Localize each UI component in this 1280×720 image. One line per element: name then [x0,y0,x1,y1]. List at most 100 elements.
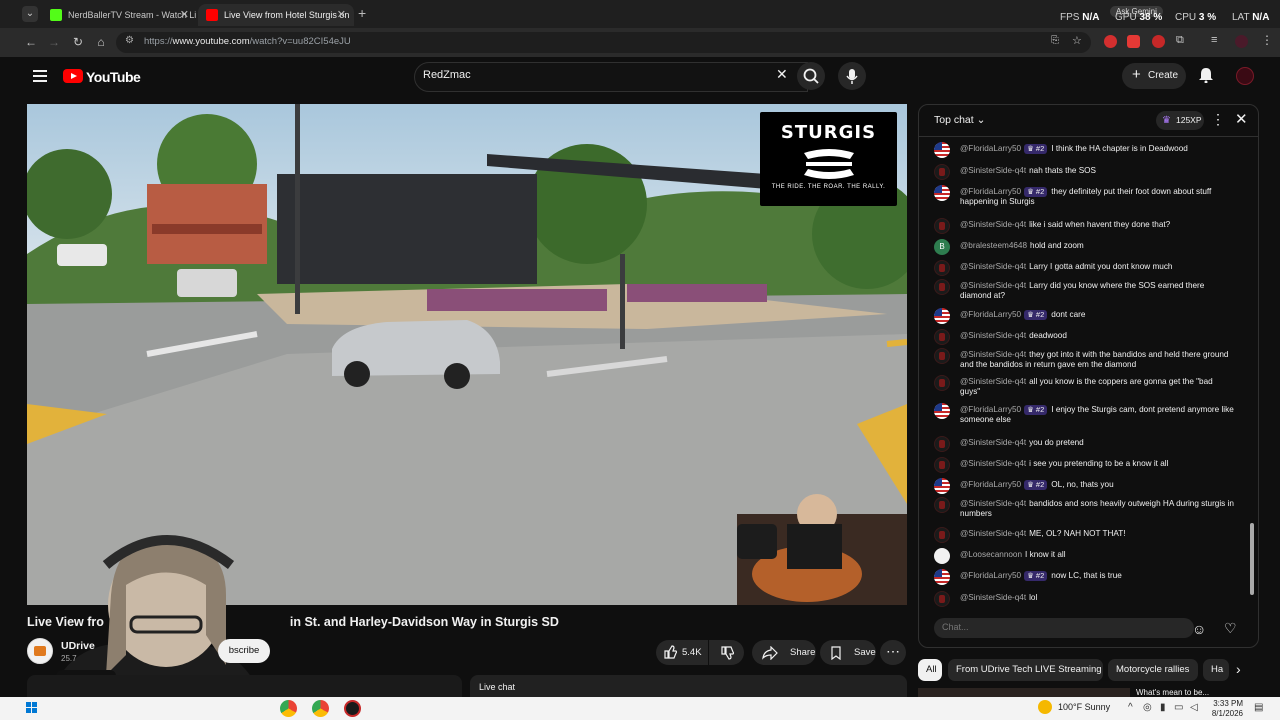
chat-author-avatar[interactable] [934,497,950,513]
more-actions-button[interactable]: ⋯ [880,640,906,665]
chat-author-avatar[interactable] [934,185,950,201]
chat-author-name[interactable]: @SinisterSide-q4t [960,331,1026,340]
xp-badge[interactable]: 125XP [1156,111,1204,130]
youtube-logo-text[interactable]: YouTube [86,69,141,85]
microphone-tray-icon[interactable]: ▮ [1160,702,1166,713]
chrome-taskbar-icon[interactable] [280,700,297,717]
extension-record-icon[interactable] [1152,35,1165,48]
browser-tab-nerdballer[interactable]: NerdBallerTV Stream - Watch Li ✕ [42,4,197,26]
windows-start-icon[interactable] [26,702,38,714]
volume-icon[interactable]: ◁ [1190,702,1198,713]
chat-input[interactable] [942,622,1182,632]
top-chat-dropdown[interactable]: Top chat ⌄ [934,114,985,126]
description-box[interactable] [27,675,462,697]
display-tray-icon[interactable]: ▭ [1174,702,1183,713]
chat-author-name[interactable]: @FloridaLarry50 [960,310,1021,319]
chip-motorcycle-rallies[interactable]: Motorcycle rallies [1108,659,1198,681]
search-button[interactable] [797,62,825,90]
chat-input-box[interactable] [934,618,1194,638]
taskbar-clock[interactable]: 3:33 PM 8/1/2026 [1203,699,1243,719]
chat-author-avatar[interactable] [934,569,950,585]
site-settings-icon[interactable]: ⚙ [125,35,134,46]
chat-author-avatar[interactable] [934,436,950,452]
extension-abp-icon[interactable] [1127,35,1140,48]
notification-center-icon[interactable]: ▤ [1254,702,1263,713]
subscribe-button[interactable]: bscribe [218,639,270,663]
install-app-icon[interactable]: ⎘ [1051,35,1059,46]
tab-search-chevron-icon[interactable]: ⌄ [22,6,38,22]
search-input[interactable] [423,69,763,81]
address-bar[interactable]: ⚙ https://www.youtube.com/watch?v=uu82CI… [116,32,1091,53]
close-tab-icon[interactable]: ✕ [180,4,189,26]
chat-author-name[interactable]: @SinisterSide-q4t [960,529,1026,538]
chat-author-avatar[interactable] [934,527,950,543]
chat-author-name[interactable]: @FloridaLarry50 [960,405,1021,414]
chat-author-avatar[interactable] [934,142,950,158]
close-tab-icon[interactable]: ✕ [337,4,346,26]
chat-author-name[interactable]: @SinisterSide-q4t [960,459,1026,468]
close-chat-icon[interactable]: ✕ [1235,110,1248,128]
chat-author-avatar[interactable]: B [934,239,950,255]
browser-menu-icon[interactable]: ⋮ [1261,33,1273,47]
share-button[interactable]: Share [752,640,816,665]
youtube-logo-icon[interactable] [63,69,83,83]
chat-author-avatar[interactable] [934,348,950,364]
chat-author-avatar[interactable] [934,164,950,180]
live-chat-panel-tab[interactable]: Live chat [470,675,907,697]
like-button[interactable]: 5.4K [656,640,708,665]
network-icon[interactable]: ◎ [1143,702,1152,713]
chat-author-avatar[interactable] [934,591,950,607]
heart-reaction-icon[interactable]: ♡ [1224,620,1237,637]
chat-scroll-thumb[interactable] [1250,523,1254,595]
save-button[interactable]: Save [820,640,876,665]
chat-author-avatar[interactable] [934,548,950,564]
chat-author-avatar[interactable] [934,478,950,494]
notifications-bell-icon[interactable] [1199,67,1213,84]
chat-author-name[interactable]: @SinisterSide-q4t [960,220,1026,229]
tray-chevron-icon[interactable]: ^ [1128,702,1133,713]
emoji-picker-icon[interactable]: ☺ [1192,621,1206,637]
url-text[interactable]: https://www.youtube.com/watch?v=uu82CI54… [144,36,351,47]
dislike-button[interactable] [709,640,744,665]
chip-all[interactable]: All [918,659,942,681]
new-tab-button[interactable]: + [358,5,366,21]
chat-author-name[interactable]: @SinisterSide-q4t [960,593,1026,602]
account-avatar[interactable] [1236,67,1254,85]
chat-author-name[interactable]: @SinisterSide-q4t [960,281,1026,290]
channel-name[interactable]: UDrive [61,640,95,652]
voice-search-button[interactable] [838,62,866,90]
extensions-puzzle-icon[interactable]: ⧉ [1176,34,1184,47]
weather-text[interactable]: 100°F Sunny [1058,702,1110,712]
chip-partial[interactable]: Ha [1203,659,1229,681]
chevron-right-icon[interactable]: › [1236,661,1241,677]
profile-avatar-icon[interactable] [1235,35,1248,48]
chip-udrive[interactable]: From UDrive Tech LIVE Streaming [948,659,1103,681]
chat-author-avatar[interactable] [934,308,950,324]
chat-author-avatar[interactable] [934,329,950,345]
chat-author-name[interactable]: @Loosecannoon [960,550,1022,559]
chat-scrollbar[interactable] [1250,145,1254,601]
chat-author-avatar[interactable] [934,403,950,419]
chat-more-icon[interactable]: ⋮ [1211,111,1225,128]
chat-author-name[interactable]: @FloridaLarry50 [960,571,1021,580]
chat-author-name[interactable]: @SinisterSide-q4t [960,438,1026,447]
back-arrow-icon[interactable]: ← [23,34,39,50]
hamburger-menu-icon[interactable] [33,70,47,82]
chat-author-name[interactable]: @FloridaLarry50 [960,144,1021,153]
chat-author-name[interactable]: @SinisterSide-q4t [960,377,1026,386]
browser-tab-youtube-active[interactable]: Live View from Hotel Sturgis on ✕ [198,4,354,26]
chat-author-avatar[interactable] [934,279,950,295]
bookmark-star-icon[interactable]: ☆ [1072,34,1082,47]
forward-arrow-icon[interactable]: → [46,34,62,50]
chat-author-avatar[interactable] [934,218,950,234]
chat-author-avatar[interactable] [934,260,950,276]
chat-author-name[interactable]: @bralesteem4648 [960,241,1027,250]
chat-author-name[interactable]: @SinisterSide-q4t [960,499,1026,508]
channel-avatar[interactable] [27,638,53,664]
chat-author-name[interactable]: @SinisterSide-q4t [960,350,1026,359]
home-icon[interactable]: ⌂ [93,34,109,50]
chat-author-avatar[interactable] [934,457,950,473]
obs-taskbar-icon[interactable] [344,700,361,717]
extension-red-icon[interactable] [1104,35,1117,48]
reload-icon[interactable]: ↻ [70,34,86,50]
